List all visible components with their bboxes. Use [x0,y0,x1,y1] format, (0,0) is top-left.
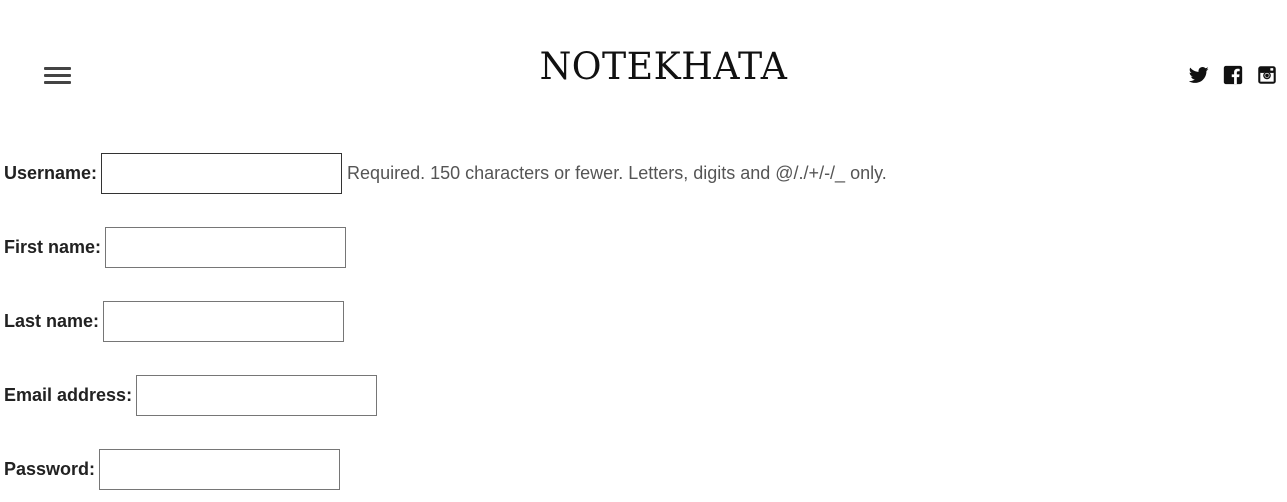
twitter-icon[interactable] [1189,65,1209,85]
password-row: Password: [4,449,887,490]
site-header: NOTEKHATA [0,0,1287,120]
password-label: Password: [4,459,96,479]
username-row: Username: Required. 150 characters or fe… [4,153,887,194]
email-row: Email address: [4,375,887,416]
first-name-label: First name: [4,237,102,257]
facebook-icon[interactable] [1223,65,1243,85]
instagram-icon[interactable] [1257,65,1277,85]
password-input[interactable] [99,449,341,490]
first-name-row: First name: [4,227,887,268]
username-help-text: Required. 150 characters or fewer. Lette… [347,163,887,183]
last-name-label: Last name: [4,311,100,331]
email-input[interactable] [136,375,378,416]
last-name-input[interactable] [103,301,345,342]
username-input[interactable] [101,153,343,194]
social-links [1189,65,1277,85]
username-label: Username: [4,163,98,183]
signup-form: Username: Required. 150 characters or fe… [4,153,887,502]
signup-page: NOTEKHATA Username: Required. 150 charac… [0,0,1287,502]
first-name-input[interactable] [105,227,347,268]
email-label: Email address: [4,385,133,405]
site-title[interactable]: NOTEKHATA [13,44,1287,90]
last-name-row: Last name: [4,301,887,342]
